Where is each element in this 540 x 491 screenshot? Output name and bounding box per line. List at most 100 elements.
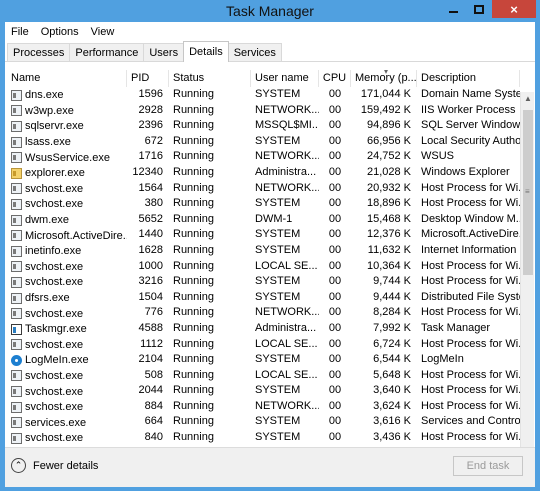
end-task-button[interactable]: End task <box>453 456 523 476</box>
service-process-icon <box>11 276 22 288</box>
process-cpu: 00 <box>328 384 342 397</box>
tab-services[interactable]: Services <box>227 43 282 62</box>
service-process-icon <box>11 245 22 257</box>
process-status: Running <box>173 165 214 178</box>
process-pid: 1440 <box>138 228 163 241</box>
close-button[interactable]: × <box>492 0 536 18</box>
process-name: svchost.exe <box>7 337 127 353</box>
process-cpu: 00 <box>328 88 342 100</box>
tab-details[interactable]: Details <box>183 41 229 62</box>
table-row[interactable]: explorer.exe 12340 Running Administra... 00 2… <box>7 165 520 181</box>
process-status: Running <box>173 275 214 288</box>
menu-view[interactable]: View <box>85 24 121 42</box>
column-header-user-name[interactable]: User name <box>251 70 319 87</box>
table-row[interactable]: dwm.exe 5652 Running DWM-1 00 15,468 K Desktop… <box>7 212 520 228</box>
process-pid: 2104 <box>138 353 163 366</box>
maximize-button[interactable] <box>466 0 492 18</box>
process-name-text: svchost.exe <box>25 385 84 398</box>
process-description: Host Process for Wi... <box>421 181 520 194</box>
table-row[interactable]: svchost.exe 840 Running SYSTEM 00 3,436 K Host… <box>7 430 520 446</box>
table-row[interactable]: sqlservr.exe 2396 Running MSSQL$MI... 00 94,8… <box>7 118 520 134</box>
table-row[interactable]: inetinfo.exe 1628 Running SYSTEM 00 11,632 K I… <box>7 243 520 259</box>
process-name: svchost.exe <box>7 430 127 446</box>
scrollbar-thumb[interactable]: ≡ <box>523 110 533 275</box>
process-cpu: 00 <box>328 306 342 319</box>
table-row[interactable]: dfsrs.exe 1504 Running SYSTEM 00 9,444 K Distr… <box>7 290 520 306</box>
process-user-name: Administra... <box>255 165 317 178</box>
tab-performance[interactable]: Performance <box>69 43 145 62</box>
process-user-name: LOCAL SE... <box>255 337 318 350</box>
minimize-button[interactable] <box>440 0 466 18</box>
process-description: Microsoft.ActiveDire... <box>421 228 520 241</box>
process-cpu: 00 <box>328 415 342 428</box>
process-pid: 4588 <box>138 321 163 334</box>
column-header-description[interactable]: Description <box>417 70 520 87</box>
process-memory: 20,932 K <box>366 181 411 194</box>
close-icon: × <box>510 1 518 17</box>
process-pid: 1596 <box>138 88 163 100</box>
table-row[interactable]: svchost.exe 3216 Running SYSTEM 00 9,744 K Hos… <box>7 274 520 290</box>
sort-descending-icon: ▾ <box>384 70 389 76</box>
table-row[interactable]: Microsoft.ActiveDire... 1440 Running SYSTEM… <box>7 227 520 243</box>
fewer-details-button[interactable]: ⌃ Fewer details <box>11 458 98 473</box>
table-row[interactable]: dns.exe 1596 Running SYSTEM 00 171,044 K Domai… <box>7 87 520 103</box>
title-bar[interactable]: Task Manager × <box>0 0 540 22</box>
process-pid: 1504 <box>138 290 163 303</box>
process-description: Host Process for Wi... <box>421 259 520 272</box>
table-row[interactable]: Taskmgr.exe 4588 Running Administra... 00 7,9… <box>7 321 520 337</box>
process-name: svchost.exe <box>7 274 127 290</box>
process-status: Running <box>173 134 214 147</box>
fewer-details-label: Fewer details <box>33 459 99 472</box>
process-description: Host Process for Wi... <box>421 399 520 412</box>
table-row[interactable]: w3wp.exe 2928 Running NETWORK... 00 159,492 K… <box>7 103 520 119</box>
process-cpu: 00 <box>328 275 342 288</box>
table-row[interactable]: svchost.exe 1564 Running NETWORK... 00 20,932… <box>7 181 520 197</box>
table-row[interactable]: svchost.exe 2044 Running SYSTEM 00 3,640 K Hos… <box>7 383 520 399</box>
table-row[interactable]: svchost.exe 380 Running SYSTEM 00 18,896 K Hos… <box>7 196 520 212</box>
process-name-text: svchost.exe <box>25 307 84 320</box>
table-row[interactable]: svchost.exe 1112 Running LOCAL SE... 00 6,724… <box>7 337 520 353</box>
process-memory: 66,956 K <box>366 134 411 147</box>
tab-processes[interactable]: Processes <box>7 43 71 62</box>
taskmgr-process-icon <box>11 323 22 335</box>
process-user-name: SYSTEM <box>255 228 301 241</box>
column-header-cpu[interactable]: CPU <box>319 70 351 87</box>
process-cpu: 00 <box>328 368 342 381</box>
process-pid: 2928 <box>138 103 163 116</box>
process-name: dfsrs.exe <box>7 290 127 306</box>
process-user-name: SYSTEM <box>255 243 301 256</box>
process-status: Running <box>173 103 214 116</box>
table-row[interactable]: svchost.exe 776 Running NETWORK... 00 8,284 K… <box>7 305 520 321</box>
process-user-name: SYSTEM <box>255 415 301 428</box>
process-cpu: 00 <box>328 165 342 178</box>
process-status: Running <box>173 181 214 194</box>
process-name-text: svchost.exe <box>25 338 84 351</box>
process-cpu: 00 <box>328 259 342 272</box>
process-description: Services and Control... <box>421 415 520 428</box>
process-description: Host Process for Wi... <box>421 431 520 444</box>
table-row[interactable]: WsusService.exe 1716 Running NETWORK... 00 24… <box>7 149 520 165</box>
table-row[interactable]: svchost.exe 884 Running NETWORK... 00 3,624 K… <box>7 399 520 415</box>
menu-options[interactable]: Options <box>35 24 85 42</box>
process-memory: 21,028 K <box>366 165 411 178</box>
process-status: Running <box>173 243 214 256</box>
process-name: dns.exe <box>7 87 127 103</box>
service-process-icon <box>11 89 22 101</box>
column-header-status[interactable]: Status <box>169 70 251 87</box>
table-row[interactable]: svchost.exe 508 Running LOCAL SE... 00 5,648 … <box>7 368 520 384</box>
vertical-scrollbar[interactable]: ▲ ≡ ▼ <box>520 92 534 472</box>
scroll-up-arrow-icon[interactable]: ▲ <box>521 92 534 106</box>
process-status: Running <box>173 431 214 444</box>
column-header-name[interactable]: Name <box>7 70 127 87</box>
column-header-pid[interactable]: PID <box>127 70 169 87</box>
table-row[interactable]: services.exe 664 Running SYSTEM 00 3,616 K Ser… <box>7 414 520 430</box>
menu-file[interactable]: File <box>5 24 35 42</box>
process-memory: 7,992 K <box>373 321 411 334</box>
table-row[interactable]: LogMeIn.exe 2104 Running SYSTEM 00 6,544 K Log… <box>7 352 520 368</box>
tab-users[interactable]: Users <box>143 43 185 62</box>
process-name-text: svchost.exe <box>25 401 84 414</box>
table-row[interactable]: svchost.exe 1000 Running LOCAL SE... 00 10,36… <box>7 259 520 275</box>
table-row[interactable]: lsass.exe 672 Running SYSTEM 00 66,956 K Local… <box>7 134 520 150</box>
service-process-icon <box>11 214 22 226</box>
service-process-icon <box>11 370 22 382</box>
